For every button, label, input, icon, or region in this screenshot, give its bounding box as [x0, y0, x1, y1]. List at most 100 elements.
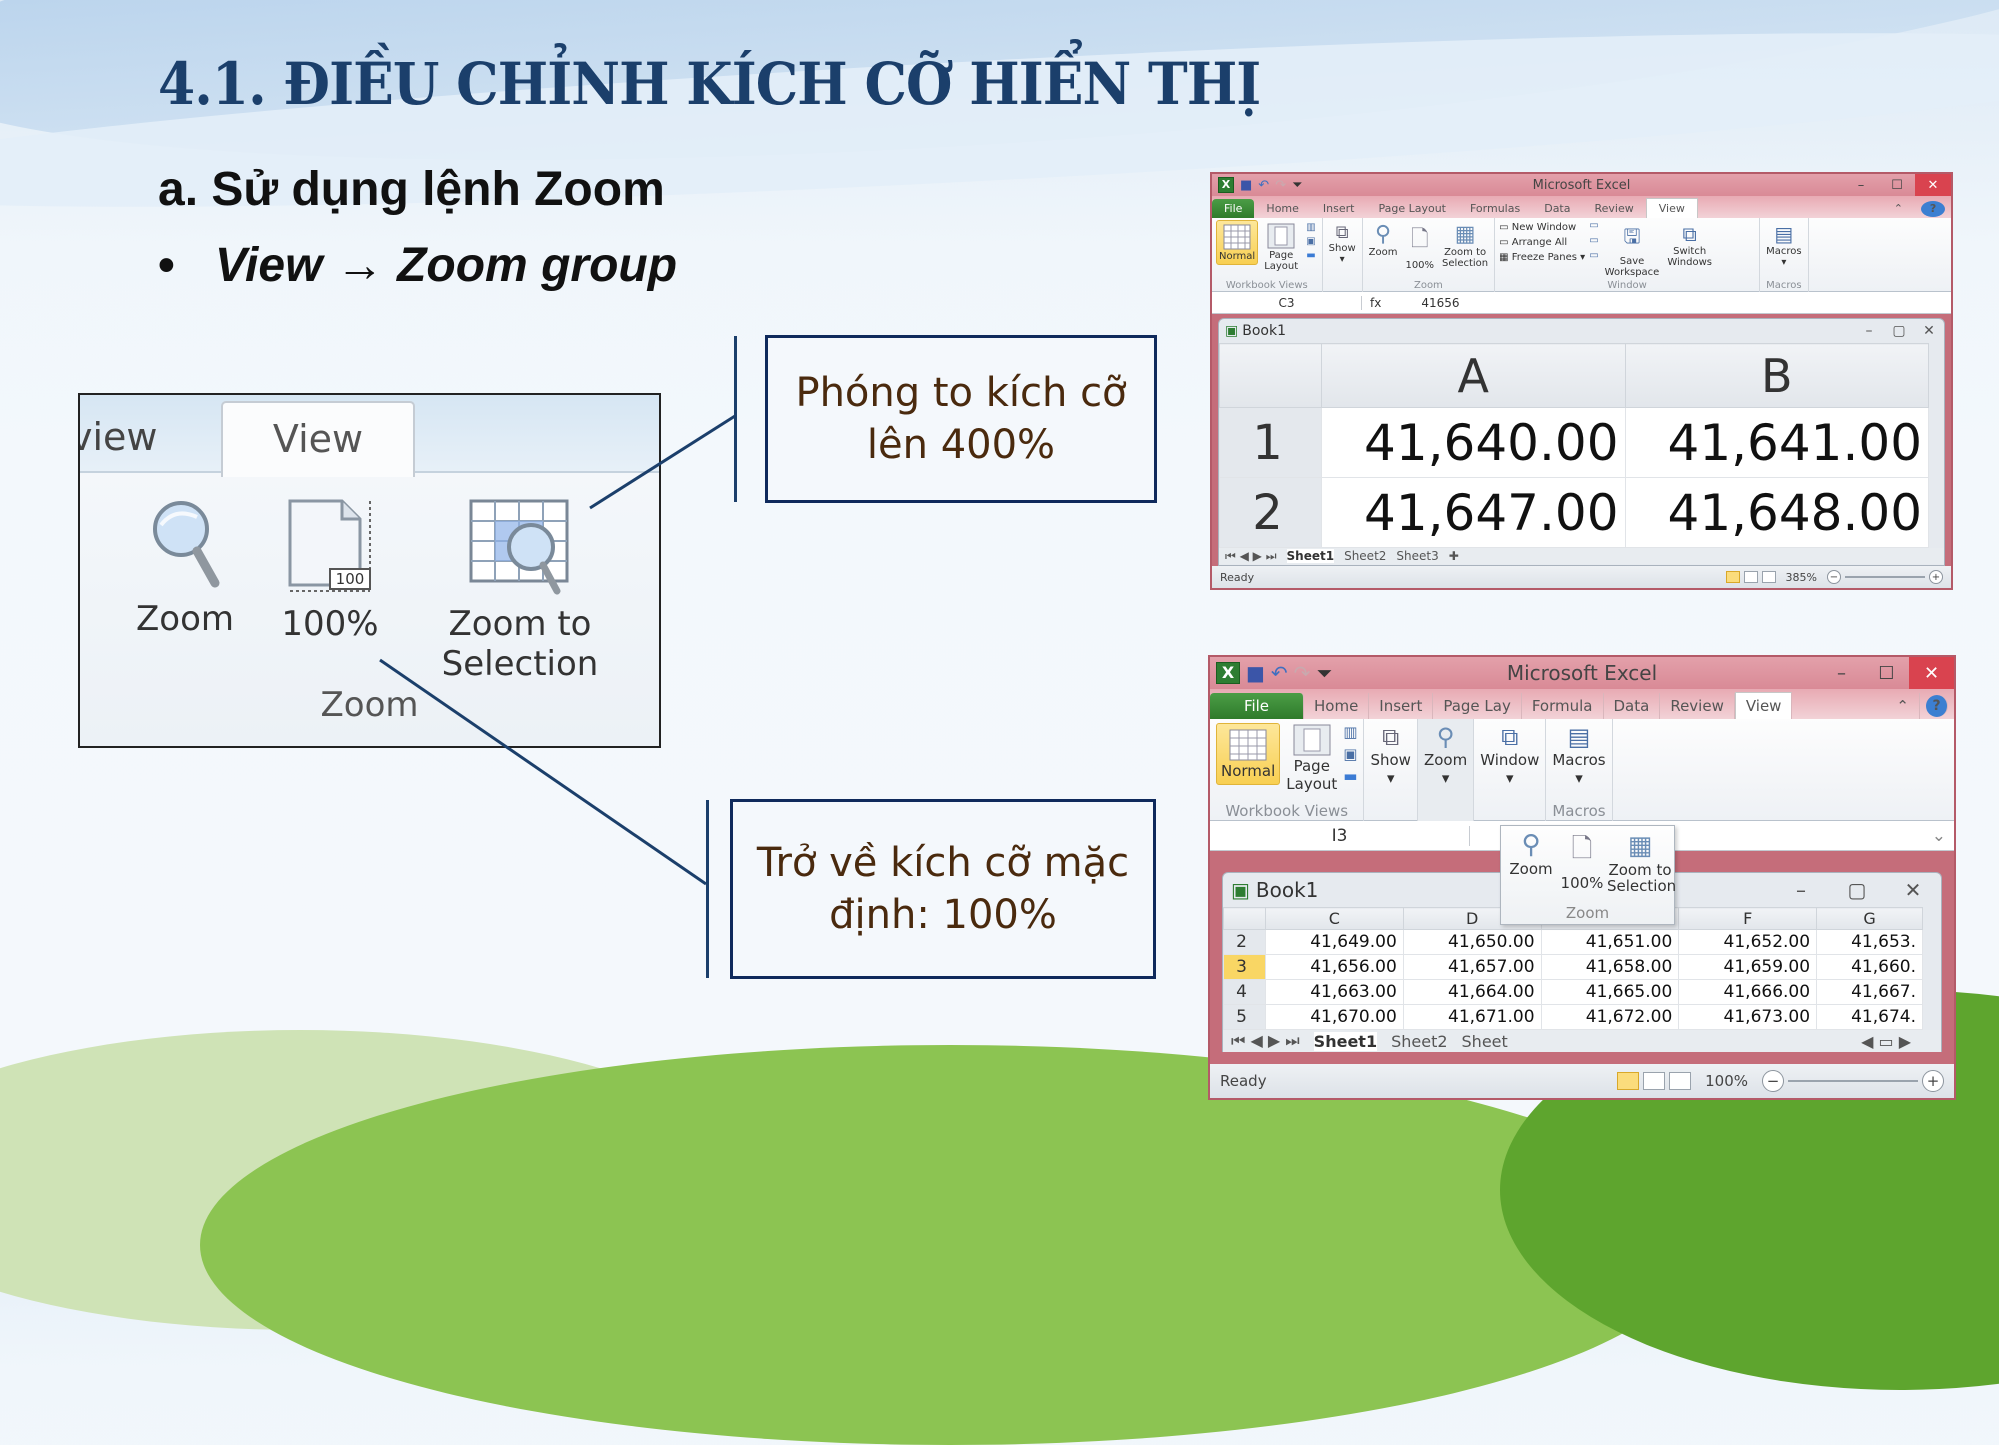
row-header[interactable]: 3: [1223, 954, 1266, 980]
hide-icon[interactable]: ▭: [1589, 235, 1598, 246]
row-header[interactable]: 5: [1223, 1004, 1266, 1030]
tab-review[interactable]: Review: [1582, 199, 1645, 218]
cell[interactable]: 41,640.00: [1321, 407, 1626, 478]
cell[interactable]: 41,674.: [1816, 1004, 1923, 1030]
cell[interactable]: 41,660.: [1816, 954, 1923, 980]
help-icon[interactable]: ?: [1921, 200, 1945, 217]
cell[interactable]: 41,650.00: [1402, 929, 1542, 955]
zoom-slider[interactable]: [1788, 1080, 1918, 1082]
cell[interactable]: 41,652.00: [1678, 929, 1818, 955]
sheet-tab[interactable]: Sheet2: [1344, 549, 1386, 563]
zoom-level[interactable]: 385%: [1786, 571, 1817, 584]
close-button[interactable]: ✕: [1915, 174, 1951, 196]
horizontal-scrollbar[interactable]: ◀ ▭ ▶: [1861, 1032, 1941, 1051]
zoom-dropdown-button[interactable]: ⚲ Zoom ▾: [1424, 723, 1467, 787]
page-layout-button[interactable]: Page Layout: [1262, 220, 1300, 274]
sheet-nav-icons[interactable]: ⏮ ◀ ▶ ⏭: [1231, 1031, 1300, 1051]
tab-formulas[interactable]: Formulas: [1458, 199, 1532, 218]
sheet-tab[interactable]: Sheet3: [1396, 549, 1438, 563]
cell[interactable]: 41,648.00: [1624, 477, 1929, 548]
column-header[interactable]: B: [1624, 343, 1929, 408]
tab-page-layout[interactable]: Page Layout: [1366, 199, 1458, 218]
full-screen-icon[interactable]: ▬: [1306, 250, 1315, 261]
close-button[interactable]: ✕: [1885, 878, 1941, 902]
page-break-preview-icon[interactable]: ▥: [1306, 222, 1315, 233]
tab-formulas[interactable]: Formula: [1522, 693, 1604, 719]
zoom-button[interactable]: ⚲ Zoom: [1367, 220, 1400, 260]
cell[interactable]: 41,647.00: [1321, 477, 1626, 548]
row-header[interactable]: 2: [1219, 477, 1322, 548]
minimize-button[interactable]: –: [1819, 657, 1864, 689]
tab-review[interactable]: Review: [1660, 693, 1735, 719]
minimize-button[interactable]: –: [1854, 323, 1884, 339]
zoom-slider[interactable]: [1845, 576, 1925, 578]
page-break-view-icon[interactable]: [1669, 1072, 1692, 1090]
page-layout-view-icon[interactable]: [1643, 1072, 1666, 1090]
cell[interactable]: 41,663.00: [1265, 979, 1404, 1005]
expand-formula-icon[interactable]: ⌄: [1932, 826, 1954, 846]
tab-home[interactable]: Home: [1304, 693, 1370, 719]
cell[interactable]: 41,665.00: [1540, 979, 1680, 1005]
row-header[interactable]: 1: [1219, 407, 1322, 478]
undo-icon[interactable]: ↶: [1271, 661, 1288, 685]
hundred-percent-button[interactable]: 🗋 100%: [1403, 220, 1436, 273]
normal-view-icon[interactable]: [1617, 1072, 1640, 1090]
minimize-ribbon-icon[interactable]: ⌃: [1886, 693, 1920, 719]
restore-button[interactable]: ▢: [1829, 878, 1885, 902]
tab-insert[interactable]: Insert: [1311, 199, 1367, 218]
macros-button[interactable]: ▤ Macros ▾: [1764, 220, 1803, 270]
page-layout-button[interactable]: Page Layout: [1286, 723, 1337, 793]
name-box[interactable]: I3: [1210, 825, 1470, 846]
sheet-tab[interactable]: Sheet: [1462, 1032, 1508, 1051]
show-button[interactable]: ⧉ Show ▾: [1327, 220, 1358, 267]
select-all-corner[interactable]: [1223, 907, 1266, 930]
column-header[interactable]: A: [1321, 343, 1626, 408]
zoom-button[interactable]: ⚲ Zoom: [1505, 830, 1557, 878]
page-break-preview-icon[interactable]: ▥: [1343, 723, 1357, 741]
zoom-in-button[interactable]: +: [1922, 1070, 1944, 1092]
page-break-view-icon[interactable]: [1761, 571, 1776, 583]
new-window-button[interactable]: ▭ New Window: [1499, 222, 1585, 233]
maximize-button[interactable]: ☐: [1879, 174, 1915, 196]
minimize-button[interactable]: –: [1843, 174, 1879, 196]
macros-button[interactable]: ▤ Macros ▾: [1552, 723, 1605, 787]
tab-file[interactable]: File: [1212, 199, 1255, 218]
minimize-ribbon-icon[interactable]: ⌃: [1882, 199, 1915, 218]
split-icon[interactable]: ▭: [1589, 220, 1598, 231]
tab-data[interactable]: Data: [1604, 693, 1661, 719]
redo-icon[interactable]: ↷: [1294, 661, 1311, 685]
help-icon[interactable]: ?: [1926, 695, 1948, 717]
cell[interactable]: 41,651.00: [1540, 929, 1680, 955]
save-workspace-button[interactable]: 🖫 Save Workspace: [1603, 220, 1662, 280]
custom-views-icon[interactable]: ▣: [1343, 745, 1357, 763]
maximize-button[interactable]: ☐: [1864, 657, 1909, 689]
undo-icon[interactable]: ↶: [1258, 178, 1269, 193]
cell[interactable]: 41,670.00: [1265, 1004, 1404, 1030]
tab-data[interactable]: Data: [1532, 199, 1582, 218]
tab-view[interactable]: View: [1645, 198, 1698, 218]
row-header[interactable]: 2: [1223, 929, 1266, 955]
tab-view[interactable]: View: [1734, 692, 1793, 719]
tab-file[interactable]: File: [1210, 693, 1304, 719]
formula-input[interactable]: 41656: [1421, 296, 1459, 310]
page-layout-view-icon[interactable]: [1743, 571, 1758, 583]
save-icon[interactable]: ■: [1246, 661, 1265, 685]
redo-icon[interactable]: ↷: [1275, 178, 1286, 193]
name-box[interactable]: C3: [1212, 295, 1362, 310]
cell[interactable]: 41,658.00: [1540, 954, 1680, 980]
zoom-to-selection-button[interactable]: ▦ Zoom to Selection: [1607, 830, 1676, 894]
zoom-in-button[interactable]: +: [1929, 570, 1943, 584]
zoom-out-button[interactable]: −: [1827, 570, 1841, 584]
cell[interactable]: 41,664.00: [1402, 979, 1542, 1005]
close-button[interactable]: ✕: [1914, 323, 1944, 339]
tab-home[interactable]: Home: [1254, 199, 1310, 218]
cell[interactable]: 41,656.00: [1265, 954, 1404, 980]
sheet-nav-icons[interactable]: ⏮ ◀ ▶ ⏭: [1225, 549, 1277, 564]
zoom-level[interactable]: 100%: [1705, 1072, 1748, 1090]
hundred-percent-button[interactable]: 🗋 100%: [1559, 830, 1605, 892]
switch-windows-button[interactable]: ⧉ Switch Windows: [1665, 220, 1714, 270]
zoom-out-button[interactable]: −: [1762, 1070, 1784, 1092]
column-header[interactable]: C: [1265, 907, 1404, 930]
row-header[interactable]: 4: [1223, 979, 1266, 1005]
column-header[interactable]: G: [1816, 907, 1923, 930]
